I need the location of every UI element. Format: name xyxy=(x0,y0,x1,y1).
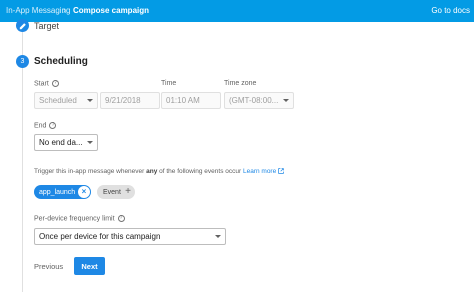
step-scheduling-title: Scheduling xyxy=(34,56,88,67)
chevron-right-icon: › xyxy=(63,5,66,15)
start-type-select[interactable]: Scheduled xyxy=(34,92,98,109)
top-bar: In-App Messaging › Compose campaign Go t… xyxy=(0,0,474,22)
chevron-down-icon xyxy=(87,141,93,144)
go-to-docs-link[interactable]: Go to docs xyxy=(431,6,470,15)
event-chip-app-launch[interactable]: app_launch × xyxy=(34,185,91,199)
help-icon[interactable]: ? xyxy=(49,122,57,129)
frequency-select[interactable]: Once per device for this campaign xyxy=(34,228,226,245)
external-link-icon[interactable] xyxy=(278,168,284,175)
chevron-down-icon xyxy=(215,235,221,238)
end-select[interactable]: No end da... xyxy=(34,134,98,151)
help-icon[interactable]: ? xyxy=(117,215,125,222)
stepper-rail xyxy=(22,32,23,292)
start-type-value: Scheduled xyxy=(39,96,77,105)
next-button[interactable]: Next xyxy=(74,257,105,275)
frequency-label-row: Per-device frequency limit? xyxy=(34,215,125,222)
close-icon[interactable]: × xyxy=(78,186,90,198)
start-date-field[interactable]: 9/21/2018 xyxy=(100,92,160,109)
event-chip-label: app_launch xyxy=(39,188,76,196)
previous-button[interactable]: Previous xyxy=(34,262,63,271)
chevron-down-icon xyxy=(87,99,93,102)
breadcrumb-compose-campaign: Compose campaign xyxy=(73,6,150,15)
plus-icon: + xyxy=(125,186,131,197)
start-label: Start xyxy=(34,80,49,88)
step-target-label[interactable]: Target xyxy=(34,21,59,31)
trigger-description: Trigger this in-app message whenever any… xyxy=(34,168,284,175)
timezone-label: Time zone xyxy=(224,80,257,87)
chevron-down-icon xyxy=(283,99,289,102)
learn-more-link[interactable]: Learn more xyxy=(243,168,276,175)
step-number-badge: 3 xyxy=(16,55,29,68)
start-time-field[interactable]: 01:10 AM xyxy=(161,92,221,109)
trigger-text-emphasis: any xyxy=(146,168,158,175)
start-time-value: 01:10 AM xyxy=(166,96,200,105)
timezone-select[interactable]: (GMT-08:00... xyxy=(224,92,294,109)
pencil-icon xyxy=(19,22,26,29)
start-label-row: Start? xyxy=(34,80,59,87)
trigger-text-suffix: of the following events occur xyxy=(157,168,243,175)
edit-step-icon[interactable] xyxy=(16,19,29,32)
end-label-row: End? xyxy=(34,122,57,130)
end-label: End xyxy=(34,122,47,130)
breadcrumb-in-app-messaging[interactable]: In-App Messaging xyxy=(6,6,70,15)
end-value: No end da... xyxy=(39,138,83,147)
frequency-value: Once per device for this campaign xyxy=(39,232,161,241)
add-event-label: Event xyxy=(103,188,121,196)
trigger-text-prefix: Trigger this in-app message whenever xyxy=(34,168,147,175)
frequency-label: Per-device frequency limit xyxy=(34,215,115,223)
timezone-value: (GMT-08:00... xyxy=(229,96,279,105)
time-label: Time xyxy=(161,80,177,87)
start-date-value: 9/21/2018 xyxy=(105,96,141,105)
add-event-chip[interactable]: Event + xyxy=(97,185,135,199)
help-icon[interactable]: ? xyxy=(51,80,59,87)
